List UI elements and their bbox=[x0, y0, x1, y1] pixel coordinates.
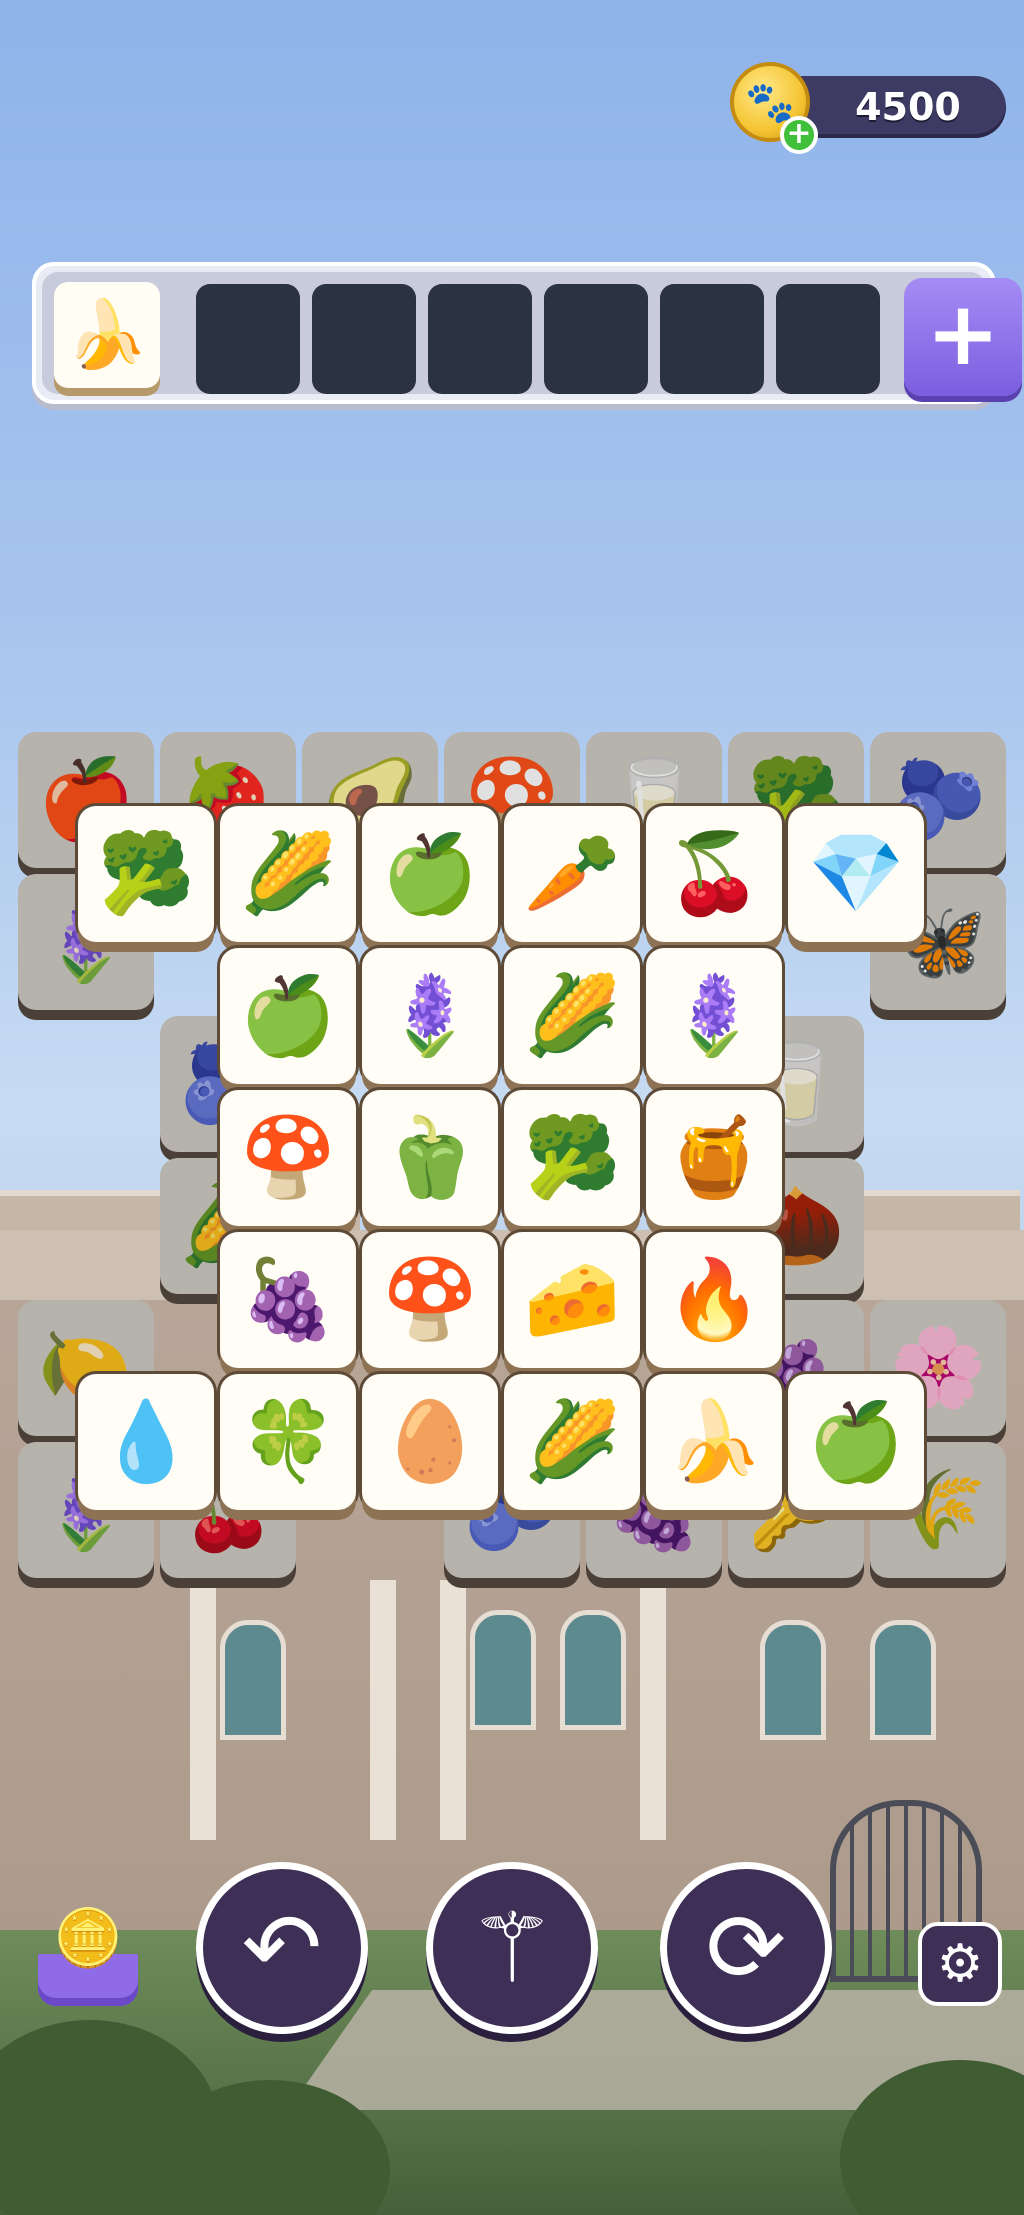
undo-button[interactable]: ↶ bbox=[196, 1862, 368, 2034]
board-tile[interactable]: 🍏 bbox=[220, 948, 356, 1084]
board-tile[interactable]: 🔥 bbox=[646, 1232, 782, 1368]
magic-wand-button[interactable]: ⚚ bbox=[426, 1862, 598, 2034]
board-tile[interactable]: 🥦 bbox=[78, 806, 214, 942]
board-tile[interactable]: 🍄 bbox=[362, 1232, 498, 1368]
shuffle-button[interactable]: ⟳ bbox=[660, 1862, 832, 2034]
board-tile[interactable]: 🍀 bbox=[220, 1374, 356, 1510]
board-tile[interactable]: 🌽 bbox=[504, 948, 640, 1084]
board-tile[interactable]: 🍏 bbox=[788, 1374, 924, 1510]
board-tile[interactable]: 🍄 bbox=[220, 1090, 356, 1226]
magic-wand-icon: ⚚ bbox=[468, 1892, 556, 2004]
board-tile[interactable]: 🥕 bbox=[504, 806, 640, 942]
board-tile[interactable]: 🥦 bbox=[504, 1090, 640, 1226]
board-tile[interactable]: 💎 bbox=[788, 806, 924, 942]
game-screen: 4500 🐾 + 🍌 + 🍎 🍓 🥑 🍄 🥛 🥦 🫐 🪻 🦋 🫐 🥛 🌽 🌰 🍋 🍇 🌸 🪻 🍒 🫐 🍇 🔑 🌾 🥦 🌽 🍏 🥕 🍒… bbox=[0, 0, 1024, 2215]
board-tile[interactable]: 🌽 bbox=[504, 1374, 640, 1510]
undo-arrow-icon: ↶ bbox=[241, 1892, 323, 2004]
board-tile[interactable]: 💧 bbox=[78, 1374, 214, 1510]
board-tile[interactable]: 🍌 bbox=[646, 1374, 782, 1510]
gear-icon: ⚙ bbox=[936, 1934, 984, 1994]
board-tile[interactable]: 🪻 bbox=[362, 948, 498, 1084]
board-tile[interactable]: 🌽 bbox=[220, 806, 356, 942]
board-tile[interactable]: 🪻 bbox=[646, 948, 782, 1084]
board-tile[interactable]: 🍒 bbox=[646, 806, 782, 942]
coin-pile-coins: 🪙 bbox=[53, 1906, 123, 1971]
board-tile[interactable]: 🍇 bbox=[220, 1232, 356, 1368]
board-tile[interactable]: 🥚 bbox=[362, 1374, 498, 1510]
board-tile[interactable]: 🧀 bbox=[504, 1232, 640, 1368]
coin-pile-icon[interactable]: 🪙 bbox=[32, 1900, 144, 2010]
board-tile[interactable]: 🍯 bbox=[646, 1090, 782, 1226]
shuffle-icon: ⟳ bbox=[705, 1892, 787, 2004]
settings-button[interactable]: ⚙ bbox=[918, 1922, 1002, 2006]
board-tile[interactable]: 🫑 bbox=[362, 1090, 498, 1226]
board-tile[interactable]: 🍏 bbox=[362, 806, 498, 942]
